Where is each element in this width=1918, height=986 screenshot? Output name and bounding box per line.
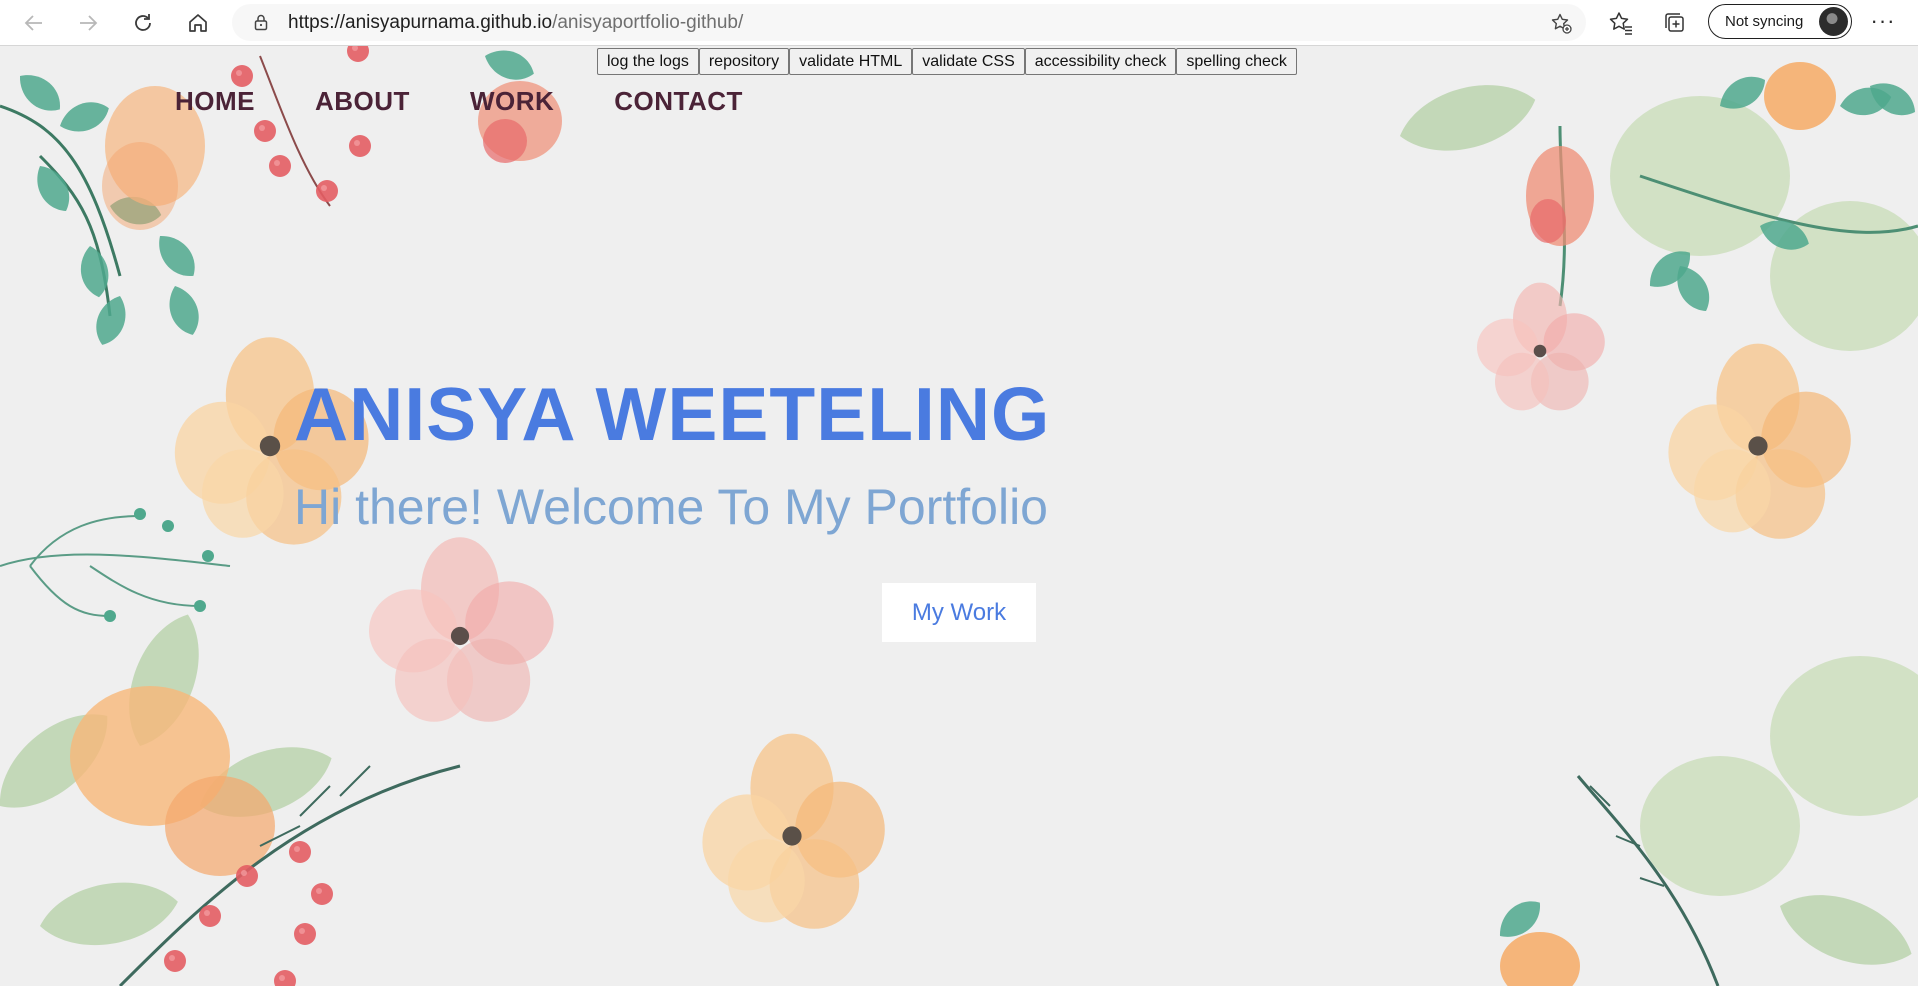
more-options-button[interactable]: ··· [1868, 8, 1898, 38]
refresh-button[interactable] [127, 7, 159, 39]
back-button[interactable] [18, 7, 50, 39]
url-path: /anisyaportfolio-github/ [552, 12, 744, 33]
lock-icon [254, 14, 268, 31]
add-favorite-icon[interactable] [1550, 12, 1572, 34]
validate-css-button[interactable]: validate CSS [912, 48, 1025, 75]
spelling-check-button[interactable]: spelling check [1176, 48, 1297, 75]
my-work-button[interactable]: My Work [882, 583, 1036, 642]
refresh-icon [135, 14, 151, 31]
hero-tagline: Hi there! Welcome To My Portfolio [294, 479, 1048, 535]
repository-button[interactable]: repository [698, 48, 790, 75]
log-the-logs-button[interactable]: log the logs [597, 48, 699, 75]
validate-html-button[interactable]: validate HTML [789, 48, 913, 75]
url-host: https://anisyapurnama.github.io [288, 12, 553, 33]
site-nav: HOME ABOUT WORK CONTACT [175, 86, 743, 117]
arrow-right-icon [80, 15, 98, 31]
url-text: https://anisyapurnama.github.io/anisyapo… [288, 12, 743, 34]
avatar [1819, 7, 1848, 36]
favorites-icon[interactable] [1608, 10, 1634, 36]
nav-about-link[interactable]: ABOUT [315, 86, 410, 117]
address-bar[interactable]: https://anisyapurnama.github.io/anisyapo… [232, 4, 1586, 41]
nav-work-link[interactable]: WORK [470, 86, 554, 117]
collections-icon[interactable] [1662, 10, 1688, 36]
browser-toolbar: https://anisyapurnama.github.io/anisyapo… [0, 0, 1918, 46]
accessibility-check-button[interactable]: accessibility check [1024, 48, 1177, 75]
nav-contact-link[interactable]: CONTACT [614, 86, 743, 117]
sync-status-label: Not syncing [1725, 13, 1804, 30]
forward-button[interactable] [72, 7, 104, 39]
hero-title: ANISYA WEETELING [294, 372, 1051, 456]
home-button[interactable] [182, 7, 214, 39]
nav-home-link[interactable]: HOME [175, 86, 255, 117]
dev-toolbar: log the logs repository validate HTML va… [597, 48, 1297, 75]
profile-sync-button[interactable]: Not syncing [1708, 4, 1852, 39]
home-icon [189, 14, 207, 32]
page-viewport: log the logs repository validate HTML va… [0, 46, 1918, 986]
arrow-left-icon [24, 15, 42, 31]
